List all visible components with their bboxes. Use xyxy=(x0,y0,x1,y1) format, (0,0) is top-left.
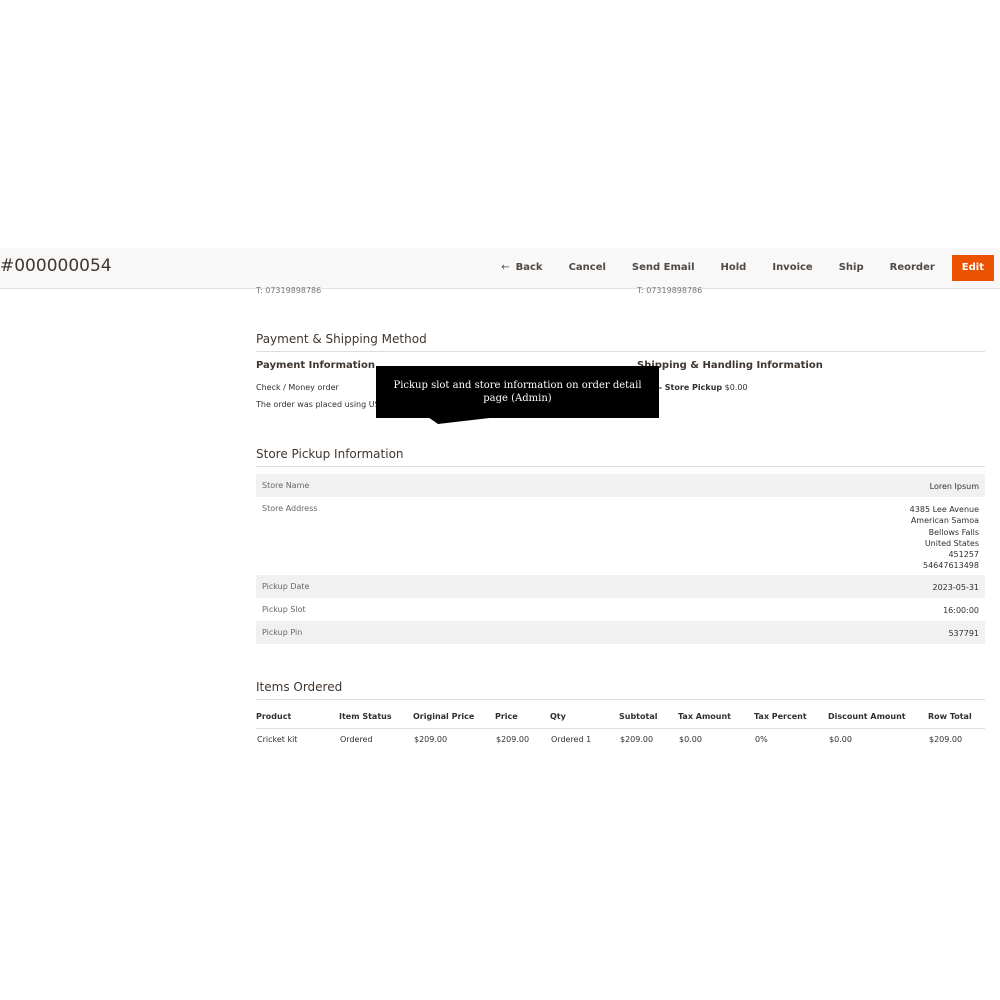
cell-tax-amount: $0.00 xyxy=(679,735,702,744)
payment-method: Check / Money order xyxy=(256,383,339,392)
order-number-title: #000000054 xyxy=(0,256,112,276)
address-line: American Samoa xyxy=(910,516,979,526)
items-ordered-title: Items Ordered xyxy=(256,680,985,700)
address-line: 54647613498 xyxy=(923,561,979,571)
col-tax-amount: Tax Amount xyxy=(678,712,754,729)
store-address-row: Store Address 4385 Lee Avenue American S… xyxy=(256,497,985,575)
cell-row-total: $209.00 xyxy=(929,735,963,744)
pickup-date-value: 2023-05-31 xyxy=(932,583,980,592)
reorder-button[interactable]: Reorder xyxy=(877,255,948,281)
billing-phone: T: 07319898786 xyxy=(256,286,322,295)
pickup-slot-label: Pickup Slot xyxy=(262,605,306,614)
shipping-cost: $0.00 xyxy=(724,383,748,392)
cell-tax-percent: 0% xyxy=(755,735,768,744)
order-actions-toolbar: ← Back Cancel Send Email Hold Invoice Shi… xyxy=(488,248,994,288)
edit-button[interactable]: Edit xyxy=(951,255,994,281)
address-line: Bellows Falls xyxy=(928,527,979,537)
store-address-label: Store Address xyxy=(262,504,318,513)
payment-shipping-title: Payment & Shipping Method xyxy=(256,332,985,352)
send-email-button[interactable]: Send Email xyxy=(619,255,708,281)
items-ordered-section: Items Ordered xyxy=(256,680,985,700)
col-item-status: Item Status xyxy=(339,712,413,729)
pickup-date-row: Pickup Date 2023-05-31 xyxy=(256,575,985,598)
items-ordered-table: Product Item Status Original Price Price… xyxy=(256,712,985,745)
cell-original-price: $209.00 xyxy=(414,735,448,744)
cell-price: $209.00 xyxy=(496,735,530,744)
store-pickup-section: Store Pickup Information xyxy=(256,447,985,467)
col-original-price: Original Price xyxy=(413,712,495,729)
hold-button[interactable]: Hold xyxy=(708,255,760,281)
ship-button[interactable]: Ship xyxy=(826,255,877,281)
back-button-label: Back xyxy=(515,262,543,273)
store-pickup-table: Store Name Loren Ipsum Store Address 438… xyxy=(256,474,985,644)
invoice-button[interactable]: Invoice xyxy=(759,255,825,281)
col-row-total: Row Total xyxy=(928,712,985,729)
address-line: 4385 Lee Avenue xyxy=(909,505,979,514)
col-discount-amount: Discount Amount xyxy=(828,712,928,729)
arrow-left-icon: ← xyxy=(501,262,510,273)
pickup-pin-label: Pickup Pin xyxy=(262,628,303,637)
address-line: United States xyxy=(924,538,979,548)
cancel-button[interactable]: Cancel xyxy=(556,255,619,281)
pickup-pin-row: Pickup Pin 537791 xyxy=(256,621,985,644)
address-line: 451257 xyxy=(948,550,979,560)
cell-discount-amount: $0.00 xyxy=(829,735,852,744)
col-qty: Qty xyxy=(550,712,619,729)
back-button[interactable]: ← Back xyxy=(488,255,555,281)
store-name-label: Store Name xyxy=(262,481,310,490)
callout-tooltip: Pickup slot and store information on ord… xyxy=(376,366,659,418)
col-price: Price xyxy=(495,712,550,729)
pickup-pin-value: 537791 xyxy=(948,629,979,638)
pickup-slot-row: Pickup Slot 16:00:00 xyxy=(256,598,985,621)
payment-shipping-section: Payment & Shipping Method xyxy=(256,332,985,352)
table-row: Cricket kit Ordered $209.00 $209.00 Orde… xyxy=(256,729,985,746)
shipping-handling-title: Shipping & Handling Information xyxy=(637,360,823,371)
store-address-value: 4385 Lee Avenue American Samoa Bellows F… xyxy=(910,497,979,575)
cell-item-status: Ordered xyxy=(340,735,373,744)
col-tax-percent: Tax Percent xyxy=(754,712,828,729)
col-subtotal: Subtotal xyxy=(619,712,678,729)
cell-product: Cricket kit xyxy=(257,735,298,744)
col-product: Product xyxy=(256,712,339,729)
store-name-row: Store Name Loren Ipsum xyxy=(256,474,985,497)
pickup-date-label: Pickup Date xyxy=(262,582,310,591)
payment-currency-note: The order was placed using USD. xyxy=(256,400,389,409)
pickup-slot-value: 16:00:00 xyxy=(943,606,979,615)
cell-qty: Ordered 1 xyxy=(551,735,592,744)
store-pickup-title: Store Pickup Information xyxy=(256,447,985,467)
shipping-phone: T: 07319898786 xyxy=(637,286,703,295)
payment-information-title: Payment Information xyxy=(256,360,375,371)
cell-subtotal: $209.00 xyxy=(620,735,654,744)
callout-tooltip-tail xyxy=(428,417,498,424)
page-header-bar: #000000054 ← Back Cancel Send Email Hold … xyxy=(0,248,1000,289)
table-header-row: Product Item Status Original Price Price… xyxy=(256,712,985,729)
store-name-value: Loren Ipsum xyxy=(929,482,979,491)
